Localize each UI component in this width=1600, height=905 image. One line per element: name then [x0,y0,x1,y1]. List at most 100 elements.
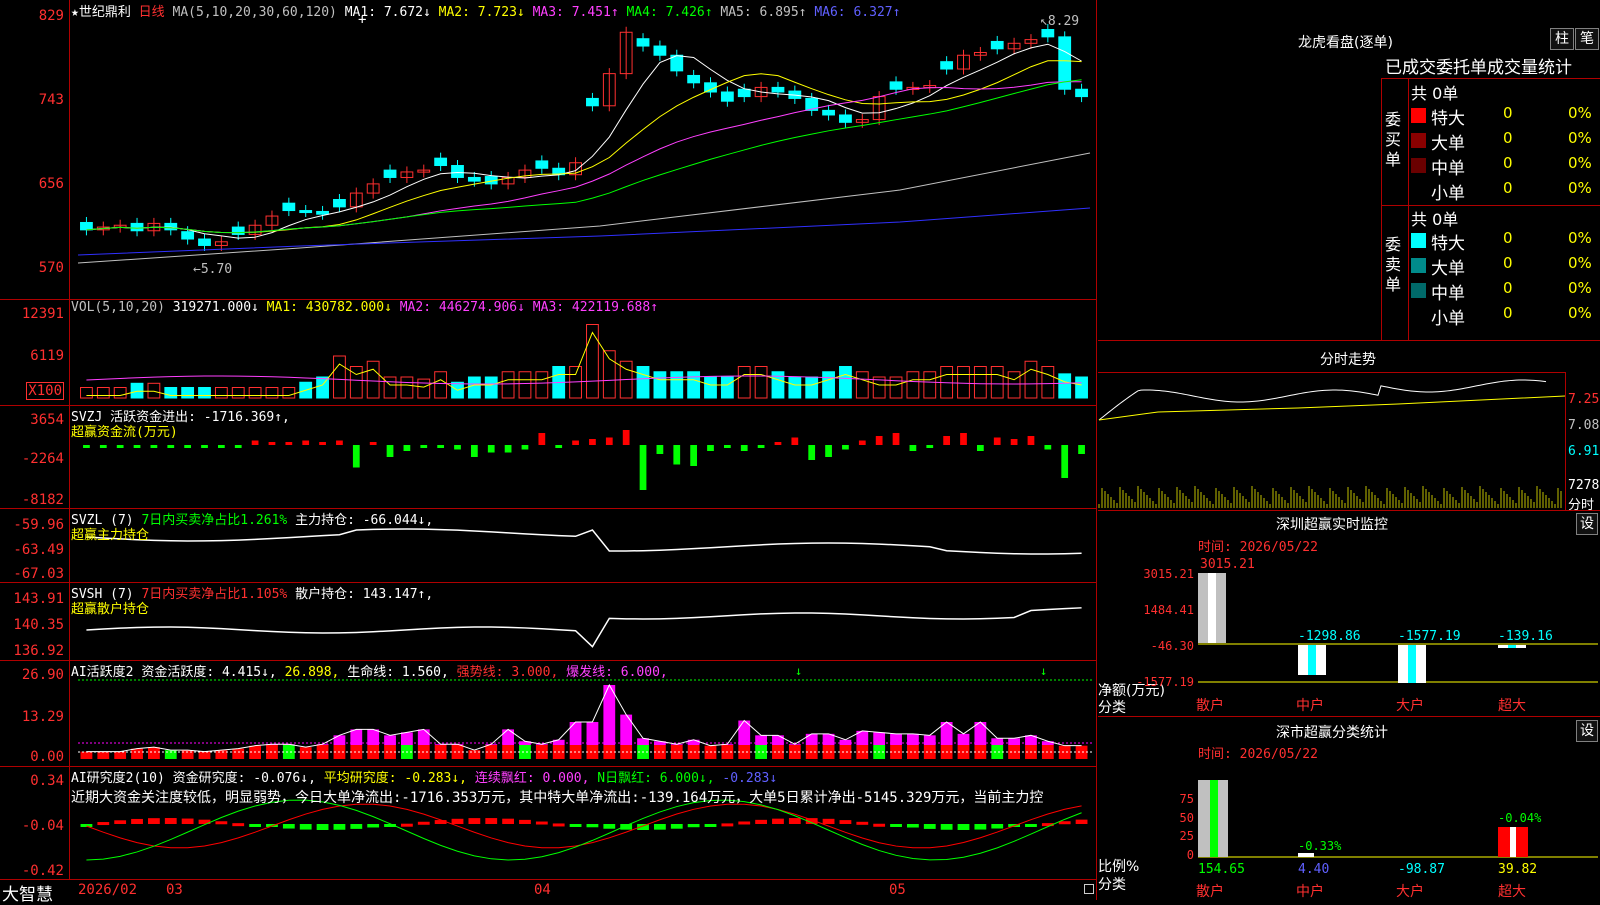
volume-bar [214,387,228,399]
activity-bar-base [198,751,211,759]
volume-bar [1041,366,1055,399]
research-bar [620,824,633,830]
flow-bar [572,440,579,445]
svzl-subtitle: 超赢主力持仓 [71,528,150,543]
activity-bar-base [991,745,1004,759]
research-bar [282,824,295,829]
candle-body [80,221,93,231]
stat-top-value: -0.04% [1498,811,1542,825]
ai2-legend: AI研究度2(10) 资金研究度: -0.076↓, 平均研究度: -0.283… [71,767,777,786]
activity-bar [114,751,127,759]
candle-body [839,114,852,123]
activity-bar-base [1075,745,1088,759]
flow-bar [319,442,326,445]
candle-body [451,165,464,178]
research-bar [856,821,869,825]
category-label: 散户 [1196,697,1224,714]
ai1-t3: 生命线: 1.560, [347,665,449,680]
activity-bar [282,744,295,759]
activity-bar-top [1008,738,1021,745]
research-bar [367,824,380,828]
volume-bar [839,366,852,399]
research-bar [215,821,228,825]
category-label: 超大 [1498,698,1526,714]
activity-bar [957,733,970,759]
activity-bar-base [468,750,481,759]
flow-bar [1044,445,1052,450]
research-bar [181,818,194,824]
candle-body [687,74,701,84]
volume-bar [113,387,127,399]
research-bar [417,821,430,825]
monitor-bar [1298,645,1326,675]
volume-bar [720,376,734,399]
retail-holding-line [86,607,1082,648]
flow-bar [926,445,934,448]
flow-bar [133,445,141,448]
activity-bar [839,739,852,759]
volume-bar [957,366,970,399]
volume-bar [1058,373,1072,399]
volume-bar [754,366,768,399]
activity-bar [1058,745,1071,759]
main-holding-line [86,528,1082,555]
volume-bar [248,387,262,399]
star-icon[interactable]: ★ [71,5,79,20]
chart-area[interactable]: ↓ ↓ 829 743 656 570 ★世纪鼎利 日线 MA(5,10,20,3… [0,0,1097,905]
candle-body [720,91,734,102]
flow-bar [690,445,698,466]
activity-bar [198,751,211,759]
volume-bar [80,387,93,399]
axis-label: 6119 [30,348,64,364]
svzj-subtitle: 超赢资金流(万元) [71,425,178,440]
research-bar [721,823,734,827]
axis-label: 0.34 [30,773,64,789]
flow-bar [774,442,782,445]
svzj-axis: 3654 -2264 -8182 [0,406,68,508]
research-bar [164,818,177,824]
activity-bar-base [147,747,160,759]
ai2-t2: 平均研究度: -0.283↓, [323,771,468,786]
volume-bar [96,387,110,399]
research-bar [400,823,413,827]
research-bar [822,818,835,824]
activity-bar [519,741,531,759]
activity-bar-top [991,738,1004,745]
monitor-bar-stripe [1408,645,1416,683]
activity-bar-base [738,745,751,759]
dzh-logo[interactable]: 大智慧 [2,880,53,905]
monitor-axis-label: 1484.41 [1143,603,1194,617]
stock-name[interactable]: 世纪鼎利 [79,5,131,20]
ai2-t3: 连续飘红: 0.000, [474,771,590,786]
research-bar [687,824,700,828]
monitor-value: -1298.86 [1298,629,1361,644]
kline-canvas[interactable]: ↓ ↓ [0,0,1097,900]
activity-bar-base [299,747,312,759]
period-label[interactable]: 日线 [139,5,165,20]
vol-axis: 12391 6119 X100 [0,300,68,405]
activity-bar-base [350,745,363,759]
research-bar [957,824,970,830]
flow-bar [791,437,799,445]
volume-bar [990,366,1004,399]
ai2-t4: N日飘红: 6.000↓, [597,771,715,786]
activity-bar-base [603,745,616,759]
unit-button[interactable]: X100 [26,382,64,400]
volume-bar [164,387,178,399]
activity-bar [468,750,481,759]
volume-bar [535,371,549,399]
candle-body [1075,88,1088,98]
activity-bar-top [906,733,919,745]
flow-bar [83,445,90,448]
lock-icon[interactable] [1084,884,1094,894]
flow-bar [150,445,158,448]
vol-ma3: MA3: 422119.688↑ [532,300,659,315]
axis-label: 143.91 [13,591,64,607]
flow-bar [943,436,951,445]
volume-bar [906,371,920,399]
activity-bar [1025,735,1037,759]
axis-label: -63.49 [13,542,64,558]
research-bar [249,824,262,827]
research-bar [738,821,751,825]
candle-body [231,226,245,235]
